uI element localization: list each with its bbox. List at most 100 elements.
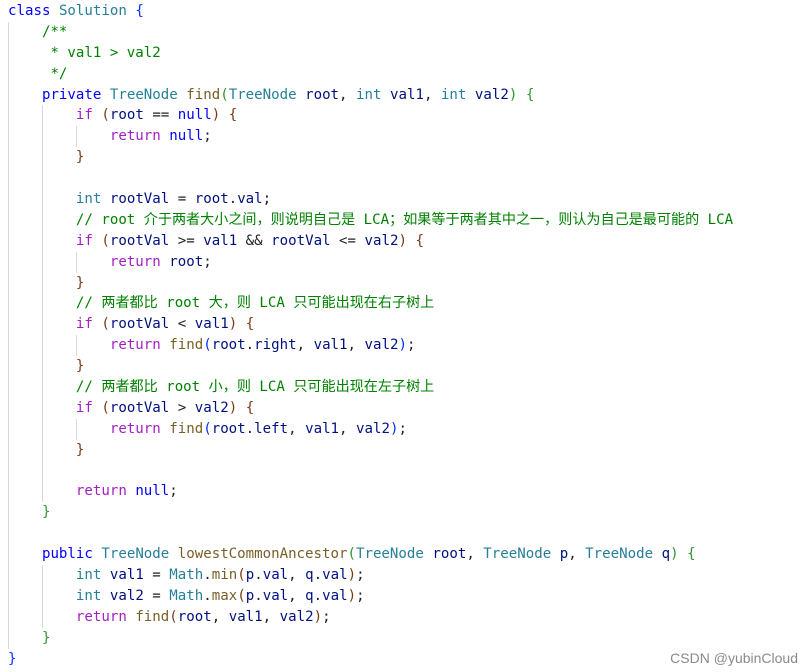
indent-guide	[42, 565, 43, 586]
code-token: if	[75, 232, 93, 249]
code-token: lowestCommonAncestor	[177, 546, 348, 563]
code-token: (	[101, 107, 110, 124]
code-token: ;	[203, 128, 212, 145]
code-token: val1	[305, 420, 340, 437]
code-token: if	[75, 107, 93, 124]
indent-guide	[8, 21, 9, 43]
code-token: {	[525, 86, 535, 103]
code-token: )	[670, 546, 679, 563]
code-line: // 两者都比 root 小，则 LCA 只可能出现在左子树上	[8, 377, 733, 398]
indent-guide	[8, 335, 9, 357]
code-token: .	[254, 567, 263, 584]
indent-guide	[8, 168, 9, 190]
indent-guide	[42, 189, 43, 210]
code-token: return	[109, 420, 161, 437]
code-token: val2	[279, 608, 314, 625]
code-token: /**	[41, 23, 68, 40]
code-token: {	[135, 3, 144, 19]
code-token: =	[143, 567, 170, 584]
code-token: rootVal	[271, 232, 331, 249]
indent-guide	[76, 418, 77, 440]
code-token: return	[109, 128, 161, 145]
code-token: ;	[398, 420, 407, 437]
indent-guide	[42, 293, 43, 315]
code-token: )	[228, 316, 238, 333]
code-editor[interactable]: class Solution { /** * val1 > val2 */ pr…	[8, 1, 733, 670]
indent-guide	[8, 314, 9, 336]
indent-guide	[8, 502, 9, 524]
code-token: ;	[262, 191, 272, 208]
code-line	[8, 168, 733, 190]
code-token: }	[75, 441, 85, 458]
code-token: }	[75, 149, 85, 166]
code-token: root	[194, 191, 229, 208]
indent-guide	[76, 251, 77, 273]
code-line: public TreeNode lowestCommonAncestor(Tre…	[8, 544, 733, 566]
code-token: ,	[466, 546, 484, 563]
code-token: (	[203, 337, 212, 354]
indent-guide	[42, 126, 43, 148]
code-line: }	[8, 649, 733, 670]
code-token: {	[687, 546, 696, 563]
code-token: root	[177, 608, 212, 625]
code-line: }	[8, 439, 733, 461]
code-token: root	[305, 86, 340, 103]
code-token: ;	[203, 253, 212, 270]
code-token: q	[305, 567, 314, 584]
indent-guide	[8, 397, 9, 419]
indent-guide	[42, 251, 43, 273]
code-token: =	[169, 191, 195, 208]
indent-guide	[8, 189, 9, 210]
code-token: ,	[347, 337, 365, 354]
code-token: {	[228, 107, 238, 124]
code-line: if (rootVal >= val1 && rootVal <= val2) …	[8, 230, 733, 252]
code-token: val	[237, 191, 263, 208]
code-line: }	[8, 272, 733, 294]
code-token: {	[245, 316, 255, 333]
indent-guide	[76, 126, 77, 148]
code-token: ;	[169, 483, 178, 500]
indent-guide	[8, 627, 9, 649]
code-token: // 两者都比 root 大，则 LCA 只可能出现在右子树上	[75, 295, 435, 312]
code-token: }	[41, 629, 51, 646]
code-token: q	[661, 546, 671, 563]
indent-guide	[8, 272, 9, 294]
code-token: ,	[288, 587, 306, 604]
code-token: if	[75, 399, 93, 416]
code-token: }	[41, 504, 51, 521]
code-token: .	[245, 420, 255, 437]
code-token: root	[211, 337, 246, 354]
indent-guide	[8, 377, 9, 398]
code-token: int	[75, 191, 102, 208]
code-line: int val1 = Math.min(p.val, q.val);	[8, 565, 733, 586]
code-token: )	[398, 232, 407, 249]
indent-guide	[42, 585, 43, 607]
code-token: TreeNode	[585, 546, 654, 563]
code-token: left	[254, 420, 289, 437]
code-line: if (root == null) {	[8, 105, 733, 127]
code-token: TreeNode	[228, 86, 297, 103]
indent-guide	[42, 209, 43, 231]
code-token: TreeNode	[109, 86, 178, 103]
code-line: }	[8, 502, 733, 524]
code-token: p	[245, 587, 255, 604]
code-token: .	[245, 337, 255, 354]
code-token: )	[313, 608, 323, 625]
code-token: val1	[109, 567, 144, 584]
code-token: )	[228, 399, 238, 416]
code-line: return find(root, val1, val2);	[8, 606, 733, 628]
code-token: val	[262, 587, 289, 604]
code-token: * val1 > val2	[41, 44, 161, 61]
